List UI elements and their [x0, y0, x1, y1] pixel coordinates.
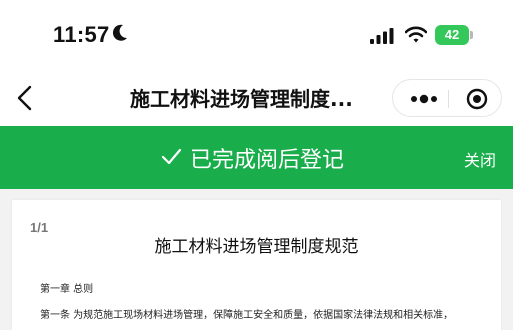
moon-icon	[112, 24, 127, 41]
back-arrow-icon[interactable]	[14, 84, 38, 112]
wifi-icon	[405, 26, 427, 43]
page-title: 施工材料进场管理制度...	[130, 87, 353, 111]
status-time: 11:57	[53, 22, 110, 47]
banner-close-button[interactable]: 关闭	[464, 147, 496, 171]
article-text: 第一条 为规范施工现场材料进场管理，保障施工安全和质量，依据国家法律法规和相关标…	[40, 310, 454, 321]
more-dots-icon[interactable]	[409, 90, 439, 108]
chapter-heading: 第一章 总则	[40, 284, 94, 295]
status-bar: 11:57 42	[0, 0, 513, 70]
navigation-bar: 施工材料进场管理制度...	[0, 70, 513, 126]
document-title: 施工材料进场管理制度规范	[154, 237, 359, 257]
capsule-divider	[448, 90, 449, 108]
battery-level: 42	[435, 25, 469, 45]
check-icon	[161, 148, 182, 165]
completion-message: 已完成阅后登记	[190, 148, 345, 173]
completion-banner: 已完成阅后登记 关闭	[0, 126, 513, 189]
document-page: 1/1 施工材料进场管理制度规范 第一章 总则 第一条 为规范施工现场材料进场管…	[12, 200, 501, 330]
battery-tip	[470, 31, 473, 39]
battery-indicator: 42	[435, 25, 473, 45]
miniprogram-capsule	[392, 79, 502, 117]
close-miniprogram-icon[interactable]	[466, 88, 488, 110]
signal-icon	[370, 28, 394, 44]
